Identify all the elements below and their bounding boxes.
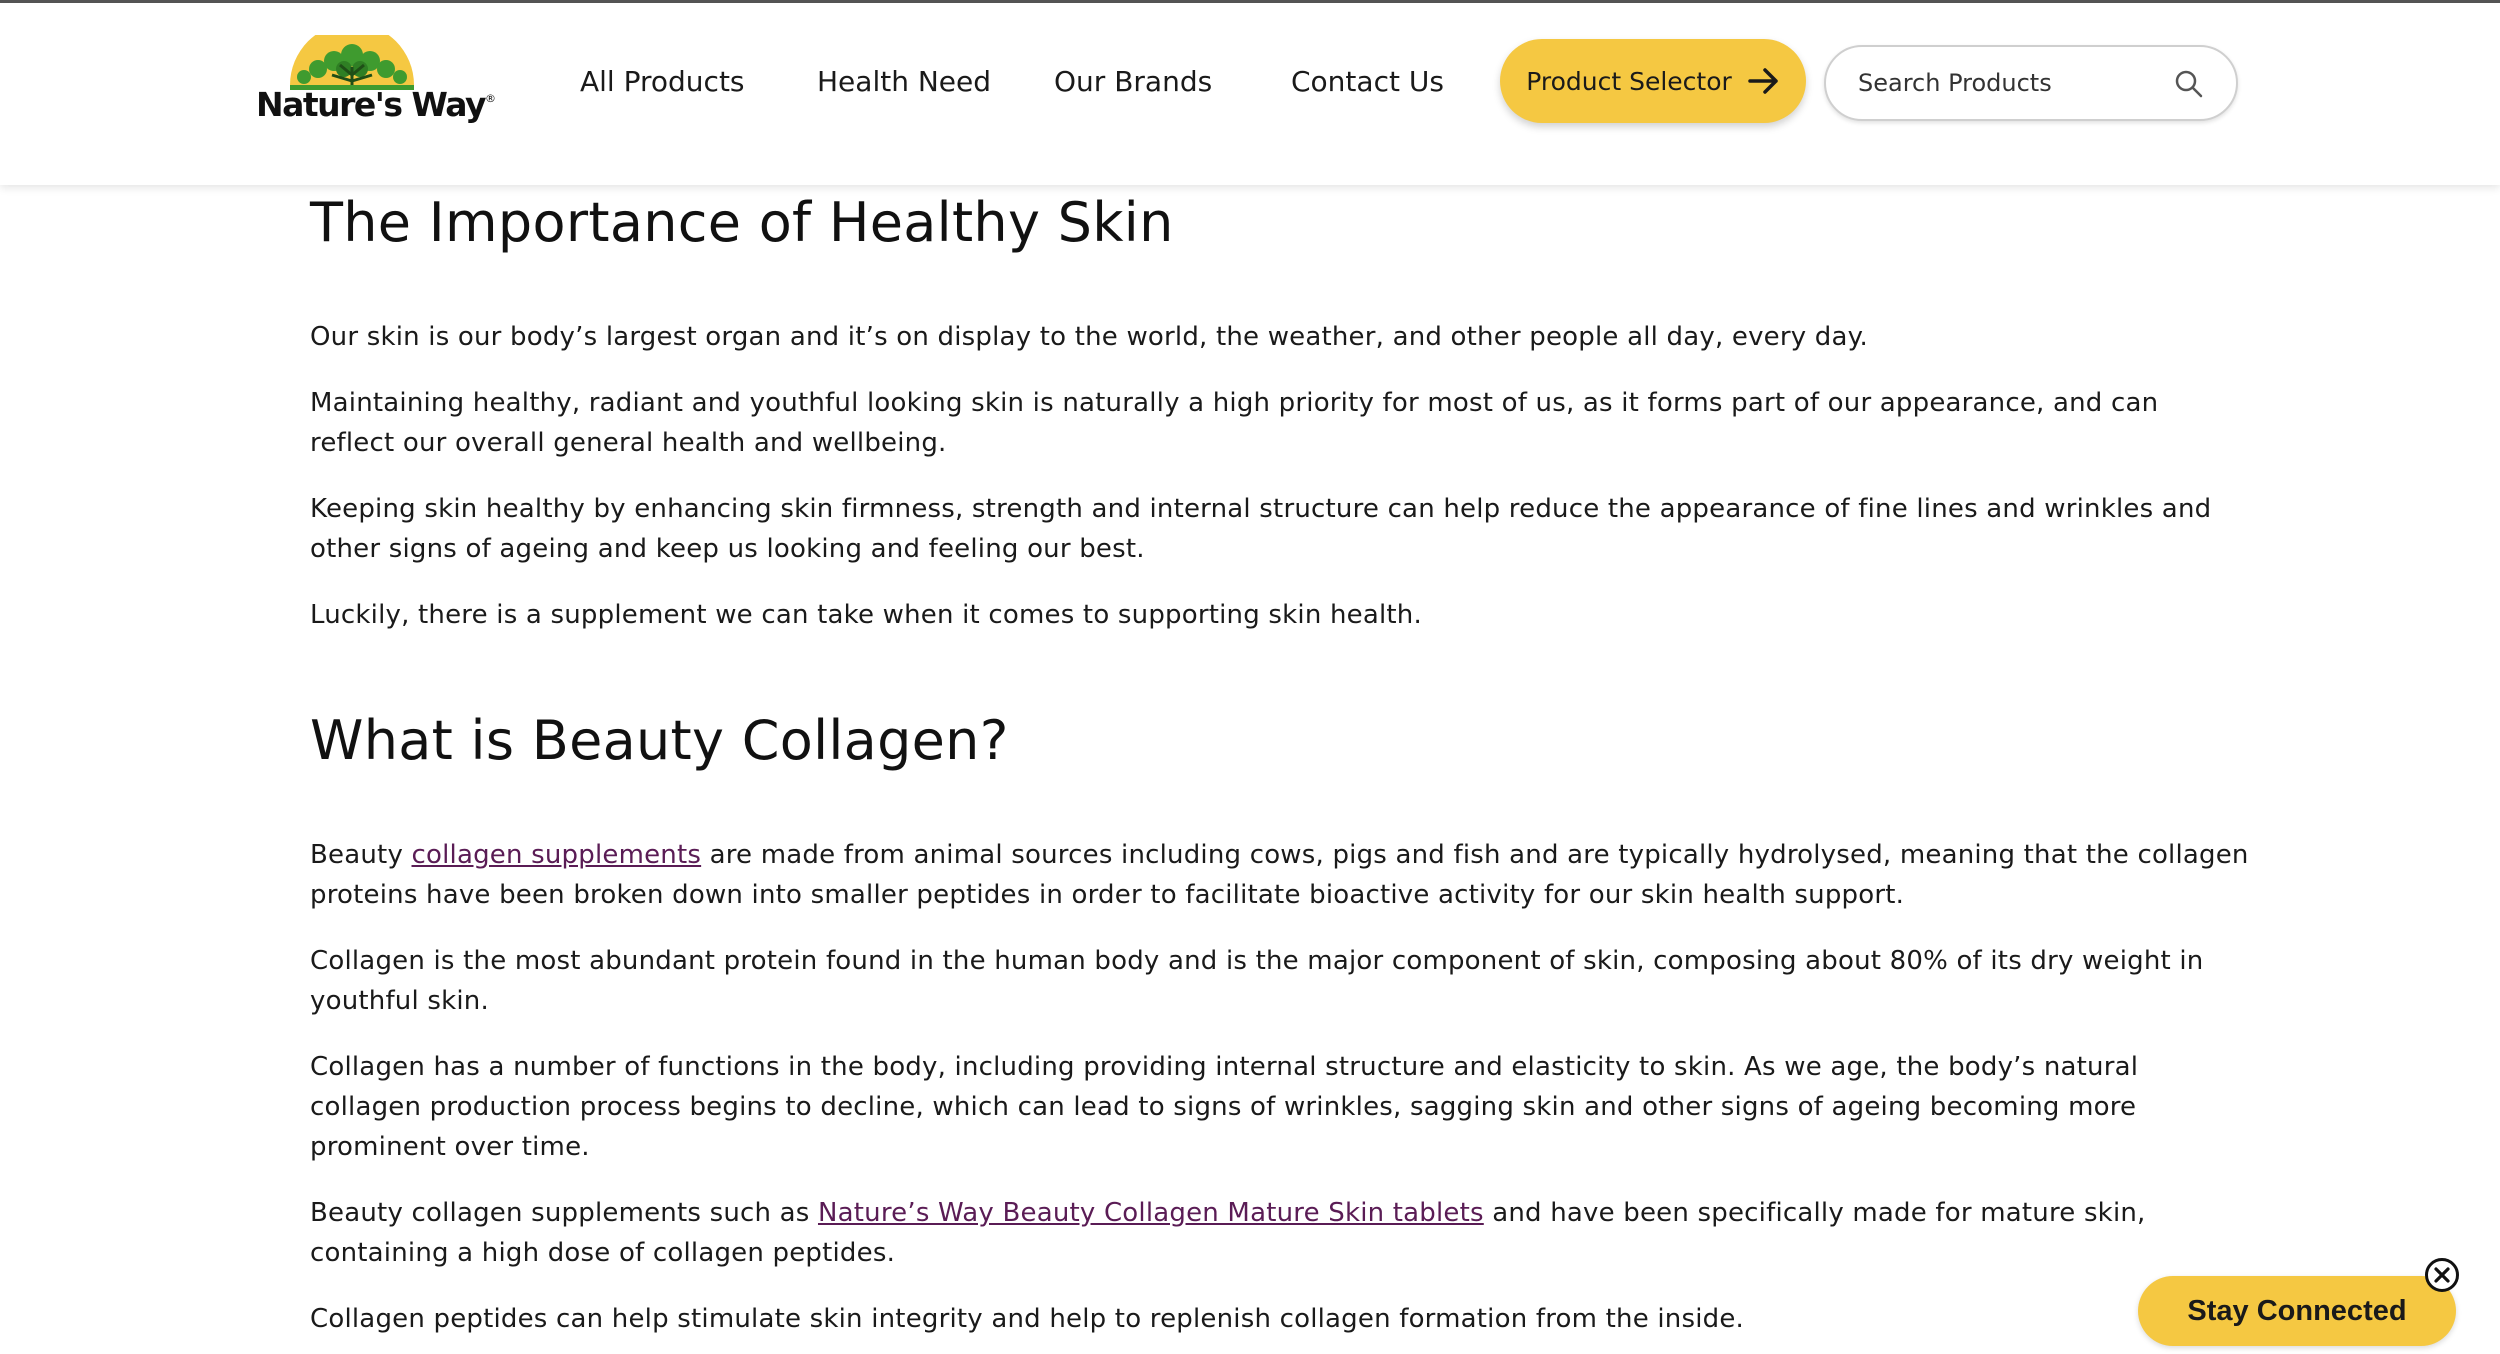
logo-wordmark: Nature's Way®	[256, 85, 497, 124]
brand-logo[interactable]: Nature's Way®	[256, 35, 496, 135]
nav-all-products[interactable]: All Products	[580, 65, 745, 98]
paragraph-text: Beauty collagen supplements such as	[310, 1198, 818, 1228]
beauty-collagen-mature-skin-link[interactable]: Nature’s Way Beauty Collagen Mature Skin…	[818, 1198, 1484, 1228]
paragraph: Luckily, there is a supplement we can ta…	[310, 600, 1422, 630]
product-selector-label: Product Selector	[1526, 66, 1732, 96]
heading-importance-healthy-skin: The Importance of Healthy Skin	[310, 191, 1174, 254]
product-selector-button[interactable]: Product Selector	[1500, 39, 1806, 123]
article-content: The Importance of Healthy Skin Our skin …	[310, 185, 2250, 1339]
arrow-right-icon	[1748, 68, 1778, 94]
nav-our-brands[interactable]: Our Brands	[1054, 65, 1212, 98]
paragraph-text: Beauty	[310, 840, 412, 870]
nav-contact-us[interactable]: Contact Us	[1291, 65, 1444, 98]
logo-tree-icon	[290, 35, 414, 90]
search-box	[1824, 45, 2238, 121]
search-icon[interactable]	[2174, 69, 2204, 99]
search-input[interactable]	[1858, 65, 2158, 101]
paragraph: Keeping skin healthy by enhancing skin f…	[310, 494, 2212, 564]
stay-connected-button[interactable]: Stay Connected	[2138, 1276, 2456, 1346]
site-header: Nature's Way® All Products Health Need O…	[0, 3, 2500, 185]
paragraph: Beauty collagen supplements are made fro…	[310, 835, 2250, 915]
paragraph: Our skin is our body’s largest organ and…	[310, 322, 1868, 352]
close-circle-icon[interactable]	[2424, 1257, 2460, 1293]
paragraph: Collagen has a number of functions in th…	[310, 1052, 2139, 1162]
registered-mark: ®	[485, 92, 497, 105]
collagen-supplements-link[interactable]: collagen supplements	[412, 840, 702, 870]
paragraph: Maintaining healthy, radiant and youthfu…	[310, 388, 2159, 458]
paragraph: Beauty collagen supplements such as Natu…	[310, 1193, 2250, 1273]
heading-what-is-beauty-collagen: What is Beauty Collagen?	[310, 709, 1009, 772]
paragraph: Collagen peptides can help stimulate ski…	[310, 1304, 1744, 1334]
nav-health-need[interactable]: Health Need	[817, 65, 991, 98]
paragraph: Collagen is the most abundant protein fo…	[310, 946, 2204, 1016]
